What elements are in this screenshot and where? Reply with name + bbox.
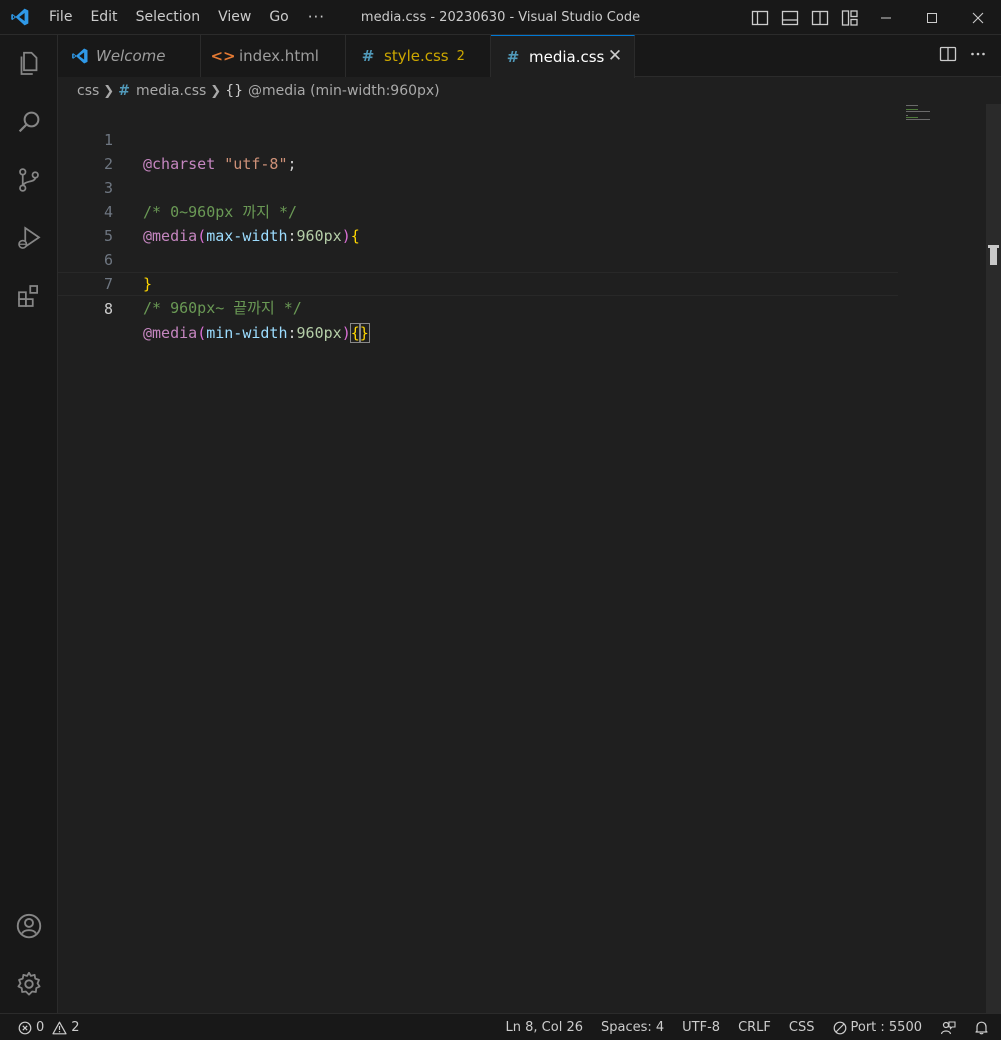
hash-icon: #: [506, 48, 520, 66]
token-comment: /* 960px~ 끝까지 */: [143, 299, 302, 317]
minimize-icon[interactable]: [863, 0, 909, 35]
menu-view[interactable]: View: [209, 0, 260, 35]
token-brace-matched: }: [358, 323, 370, 343]
account-icon[interactable]: [0, 897, 58, 955]
token-paren: (: [197, 324, 207, 342]
maximize-icon[interactable]: [909, 0, 955, 35]
code-line[interactable]: 1 @charset "utf-8";: [58, 104, 898, 173]
warning-icon: [52, 1021, 67, 1035]
tab-label: index.html: [239, 47, 319, 65]
code-line-current[interactable]: 8 @media(min-width:960px){}: [58, 272, 898, 343]
chevron-right-icon: ❯: [103, 83, 115, 99]
cursor-position-marker: [986, 245, 1001, 265]
code-line[interactable]: 7 /* 960px~ 끝까지 */: [58, 248, 898, 317]
code-line[interactable]: 2: [58, 128, 898, 173]
minimap-line: [906, 109, 918, 110]
cursor-position[interactable]: Ln 8, Col 26: [497, 1014, 592, 1040]
language-mode[interactable]: CSS: [780, 1014, 824, 1040]
title-bar: File Edit Selection View Go ··· media.cs…: [0, 0, 1001, 35]
code-line[interactable]: 5: [58, 200, 898, 245]
menu-selection[interactable]: Selection: [127, 0, 210, 35]
end-of-line[interactable]: CRLF: [729, 1014, 780, 1040]
code-line[interactable]: 6 }: [58, 224, 898, 293]
tab-welcome[interactable]: Welcome: [58, 35, 201, 77]
indentation[interactable]: Spaces: 4: [592, 1014, 673, 1040]
run-debug-icon[interactable]: [0, 209, 58, 267]
more-actions-icon[interactable]: [969, 45, 987, 67]
tab-index-html[interactable]: <> index.html: [201, 35, 346, 77]
token-property: min-width: [206, 324, 288, 342]
breadcrumb-symbol[interactable]: @media (min-width:960px): [248, 83, 440, 99]
minimap[interactable]: [904, 104, 944, 124]
live-server-port[interactable]: Port : 5500: [824, 1014, 932, 1040]
settings-gear-icon[interactable]: [0, 955, 58, 1013]
error-icon: [18, 1021, 32, 1035]
editor-actions: [939, 35, 987, 77]
token-number: 960px: [296, 324, 342, 342]
encoding[interactable]: UTF-8: [673, 1014, 729, 1040]
menu-go[interactable]: Go: [260, 0, 297, 35]
explorer-icon[interactable]: [0, 35, 58, 93]
vertical-scrollbar[interactable]: [986, 104, 1001, 1013]
problem-count-badge: 2: [456, 48, 465, 64]
extensions-icon[interactable]: [0, 267, 58, 325]
layout-controls: [749, 0, 861, 35]
problems-indicator[interactable]: 0 2: [18, 1014, 80, 1040]
feedback-icon[interactable]: [931, 1014, 965, 1040]
minimap-line: [906, 105, 918, 106]
editor-tab-bar: Welcome <> index.html # style.css 2 # me…: [58, 35, 1001, 78]
token-paren: ): [341, 324, 351, 342]
breadcrumb-file[interactable]: media.css: [136, 83, 206, 99]
menu-bar: File Edit Selection View Go ···: [40, 0, 335, 35]
toggle-secondary-sidebar-icon[interactable]: [809, 7, 831, 29]
tab-label: media.css: [529, 48, 605, 66]
activity-bar: [0, 35, 58, 1013]
source-control-icon[interactable]: [0, 151, 58, 209]
close-tab-icon[interactable]: ✕: [606, 46, 624, 66]
menu-edit[interactable]: Edit: [81, 0, 126, 35]
minimap-line: [906, 117, 918, 118]
warning-count: 2: [71, 1020, 80, 1035]
tab-media-css[interactable]: # media.css ✕: [491, 35, 635, 78]
minimap-line: [906, 115, 908, 116]
toggle-primary-sidebar-icon[interactable]: [749, 7, 771, 29]
customize-layout-icon[interactable]: [839, 7, 861, 29]
close-window-icon[interactable]: [955, 0, 1001, 35]
tab-label: style.css: [384, 47, 449, 65]
code-editor[interactable]: 1 @charset "utf-8"; 2 3 /* 0~960px 까지 */…: [58, 104, 1001, 1013]
vscode-icon: [70, 47, 90, 65]
code-line[interactable]: 3 /* 0~960px 까지 */: [58, 152, 898, 221]
window-controls: [863, 0, 1001, 35]
menu-file[interactable]: File: [40, 0, 81, 35]
chevron-right-icon: ❯: [210, 83, 222, 99]
breadcrumb: css ❯ # media.css ❯ {} @media (min-width…: [58, 78, 1001, 104]
breadcrumb-folder[interactable]: css: [77, 83, 99, 99]
port-label: Port : 5500: [850, 1020, 923, 1035]
toggle-panel-icon[interactable]: [779, 7, 801, 29]
code-line[interactable]: 4 @media(max-width:960px){: [58, 176, 898, 245]
tab-label: Welcome: [96, 47, 166, 65]
line-number: 8: [103, 300, 113, 318]
search-icon[interactable]: [0, 93, 58, 151]
token-brace-matched: {: [349, 323, 361, 343]
minimap-line: [906, 119, 930, 120]
menu-more-button[interactable]: ···: [298, 0, 335, 35]
error-count: 0: [36, 1020, 45, 1035]
hash-icon: #: [118, 83, 130, 99]
tab-style-css[interactable]: # style.css 2: [346, 35, 491, 77]
symbol-namespace-icon: {}: [225, 83, 244, 99]
status-bar: 0 2 Ln 8, Col 26 Spaces: 4 UTF-8 CRLF CS…: [0, 1013, 1001, 1040]
token-at-rule: @media: [143, 324, 198, 342]
minimap-line: [906, 111, 930, 112]
circle-slash-icon: [833, 1021, 847, 1035]
split-editor-icon[interactable]: [939, 45, 957, 67]
html-icon: <>: [210, 47, 236, 65]
notifications-bell-icon[interactable]: [965, 1014, 1001, 1040]
token-colon: :: [287, 324, 297, 342]
hash-icon: #: [361, 47, 375, 65]
vscode-logo-icon: [0, 0, 40, 35]
